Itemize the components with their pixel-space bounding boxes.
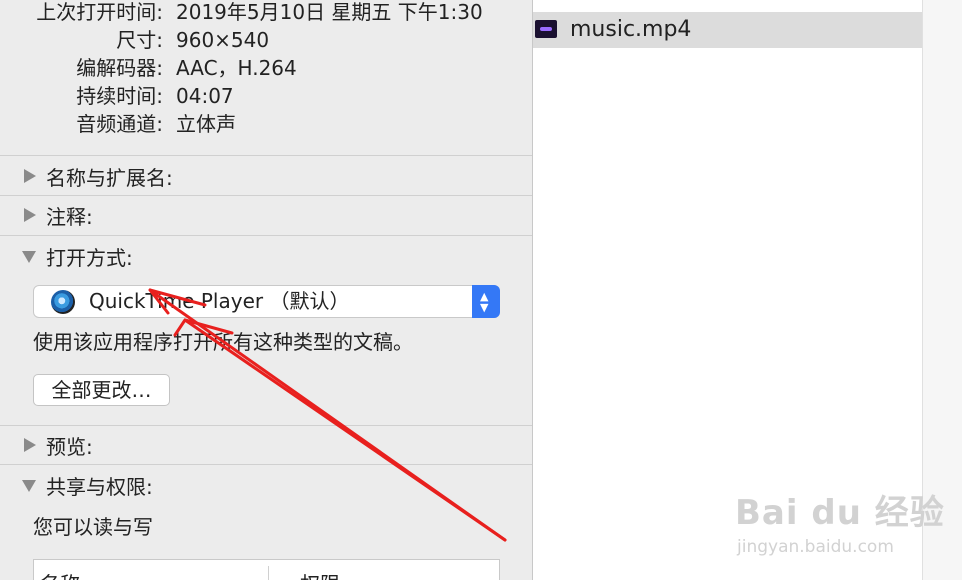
- open-with-description: 使用该应用程序打开所有这种类型的文稿。: [33, 330, 413, 354]
- disclosure-right-icon[interactable]: [20, 205, 40, 225]
- meta-key: 音频通道:: [76, 112, 163, 136]
- divider: [0, 464, 532, 465]
- divider: [0, 235, 532, 236]
- watermark-brand: Bai du 经验: [735, 493, 945, 533]
- section-label: 打开方式:: [46, 245, 133, 270]
- divider: [0, 425, 532, 426]
- open-with-app-select[interactable]: QuickTime Player （默认） ▲ ▼: [33, 285, 500, 318]
- divider: [0, 195, 532, 196]
- disclosure-right-icon[interactable]: [20, 166, 40, 186]
- section-sharing[interactable]: 共享与权限:: [20, 471, 153, 499]
- video-thumbnail-icon: [535, 20, 557, 38]
- section-label: 预览:: [46, 434, 93, 459]
- select-stepper-icon[interactable]: ▲ ▼: [472, 285, 500, 318]
- section-preview[interactable]: 预览:: [20, 431, 93, 459]
- meta-key: 持续时间:: [76, 84, 163, 108]
- meta-row-duration: 持续时间: 04:07: [0, 82, 300, 110]
- column-header-name[interactable]: 名称: [40, 568, 80, 580]
- file-row-selected[interactable]: music.mp4: [533, 12, 922, 48]
- column-header-permission[interactable]: 权限: [300, 568, 340, 580]
- quicktime-icon: [51, 290, 75, 314]
- section-label: 名称与扩展名:: [46, 165, 173, 190]
- info-panel: 上次打开时间: 2019年5月10日 星期五 下午1:30 尺寸: 960×54…: [0, 0, 533, 580]
- meta-row-dimensions: 尺寸: 960×540: [0, 26, 300, 54]
- meta-key: 上次打开时间:: [36, 0, 163, 24]
- section-label: 共享与权限:: [46, 474, 153, 499]
- change-all-button[interactable]: 全部更改…: [33, 374, 170, 406]
- section-name-extension[interactable]: 名称与扩展名:: [20, 162, 173, 190]
- meta-row-codecs: 编解码器: AAC，H.264: [0, 54, 300, 82]
- meta-key: 尺寸:: [116, 28, 163, 52]
- divider: [0, 155, 532, 156]
- meta-row-last-opened: 上次打开时间: 2019年5月10日 星期五 下午1:30: [0, 0, 482, 26]
- chevron-down-icon: ▼: [480, 301, 489, 314]
- section-comments[interactable]: 注释:: [20, 201, 93, 229]
- column-separator: [268, 566, 269, 580]
- meta-value: 2019年5月10日 星期五 下午1:30: [176, 0, 483, 24]
- permissions-table[interactable]: 名称 权限: [33, 559, 500, 580]
- file-name: music.mp4: [570, 17, 692, 42]
- app-select-label: QuickTime Player （默认）: [89, 289, 350, 313]
- meta-value: 04:07: [176, 84, 234, 108]
- watermark-site: jingyan.baidu.com: [737, 537, 894, 557]
- sharing-status: 您可以读与写: [33, 515, 153, 539]
- section-open-with[interactable]: 打开方式:: [20, 242, 133, 270]
- meta-key: 编解码器:: [76, 56, 163, 80]
- disclosure-down-icon[interactable]: [20, 246, 40, 266]
- meta-value: 立体声: [176, 112, 236, 136]
- disclosure-right-icon[interactable]: [20, 435, 40, 455]
- disclosure-down-icon[interactable]: [20, 475, 40, 495]
- section-label: 注释:: [46, 204, 93, 229]
- meta-value: 960×540: [176, 28, 270, 52]
- meta-value: AAC，H.264: [176, 56, 297, 80]
- meta-row-audio-channels: 音频通道: 立体声: [0, 110, 300, 138]
